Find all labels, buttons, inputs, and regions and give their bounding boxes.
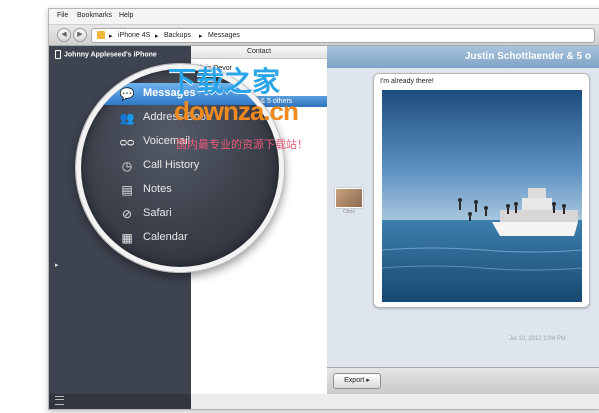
device-label: Johnny Appleseed's iPhone <box>64 51 157 59</box>
path-segment-backups[interactable]: Backups <box>164 32 191 39</box>
sender-name: Chris <box>343 209 355 215</box>
path-segment-messages[interactable]: Messages <box>208 32 240 39</box>
compass-icon: ⊘ <box>121 207 133 221</box>
photo-image <box>382 90 582 302</box>
notes-icon: ▤ <box>121 183 133 197</box>
menu-file[interactable]: File <box>57 12 68 19</box>
sidebar-item-notes[interactable]: ▤ Notes <box>81 179 279 201</box>
path-separator: ▸ <box>155 33 159 40</box>
message-photo[interactable] <box>382 90 582 302</box>
watermark-en: downza.cn <box>174 96 299 126</box>
clock-icon: ◷ <box>121 159 133 173</box>
folder-icon <box>97 31 105 39</box>
menu-help[interactable]: Help <box>119 12 133 19</box>
calendar-icon: ▦ <box>121 231 133 245</box>
sidebar-footer <box>49 394 191 409</box>
message-text: I'm already there! <box>380 78 434 85</box>
forward-arrow-icon: ▶ <box>77 31 83 38</box>
message-timestamp: Jul 10, 2012 1:04 PM <box>509 336 566 342</box>
menu-bookmarks[interactable]: Bookmarks <box>77 12 112 19</box>
watermark-sub: 国内最专业的资源下载站！ <box>176 139 308 151</box>
message-bubble[interactable]: I'm already there! <box>373 73 590 308</box>
path-separator: ▸ <box>199 33 203 40</box>
watermark-cn: 下载之家 <box>168 66 281 97</box>
app-window: File Bookmarks Help ◀ ▶ ▸ iPhone 4S ▸ Ba… <box>48 8 599 410</box>
conversation-title: Justin Schottlaender & 5 o <box>327 46 599 68</box>
contacts-icon: 👥 <box>119 111 135 125</box>
contact-column-header[interactable]: Contact <box>191 46 327 59</box>
iphone-icon <box>55 50 61 59</box>
sidebar-item-label: Notes <box>143 183 172 195</box>
export-button[interactable]: Export ▸ <box>333 373 381 389</box>
device-name[interactable]: Johnny Appleseed's iPhone <box>55 50 157 59</box>
message-area: Justin Schottlaender & 5 o Chris I'm alr… <box>327 46 599 394</box>
sidebar-collapsed-item[interactable]: ▸ <box>55 261 59 269</box>
list-icon[interactable] <box>55 396 64 405</box>
sidebar-item-label: Calendar <box>143 231 188 243</box>
export-bar: Export ▸ <box>327 367 599 394</box>
sidebar-item-calendar[interactable]: ▦ Calendar <box>81 227 279 249</box>
sidebar-item-call-history[interactable]: ◷ Call History <box>81 155 279 177</box>
path-bar[interactable]: ▸ iPhone 4S ▸ Backups ▸ Messages <box>91 28 595 43</box>
toolbar: ◀ ▶ ▸ iPhone 4S ▸ Backups ▸ Messages <box>49 25 599 46</box>
sidebar-item-label: Call History <box>143 159 200 171</box>
path-segment-device[interactable]: iPhone 4S <box>118 32 150 39</box>
avatar <box>335 188 363 208</box>
back-button[interactable]: ◀ <box>57 28 71 42</box>
back-arrow-icon: ◀ <box>61 31 67 38</box>
forward-button[interactable]: ▶ <box>73 28 87 42</box>
sidebar-item-safari[interactable]: ⊘ Safari <box>81 203 279 225</box>
speech-bubble-icon: 💬 <box>119 87 135 101</box>
path-separator: ▸ <box>109 33 113 40</box>
voicemail-icon: ᴑᴑ <box>119 135 135 149</box>
sidebar-item-label: Safari <box>143 207 172 219</box>
menu-bar: File Bookmarks Help <box>49 9 599 25</box>
